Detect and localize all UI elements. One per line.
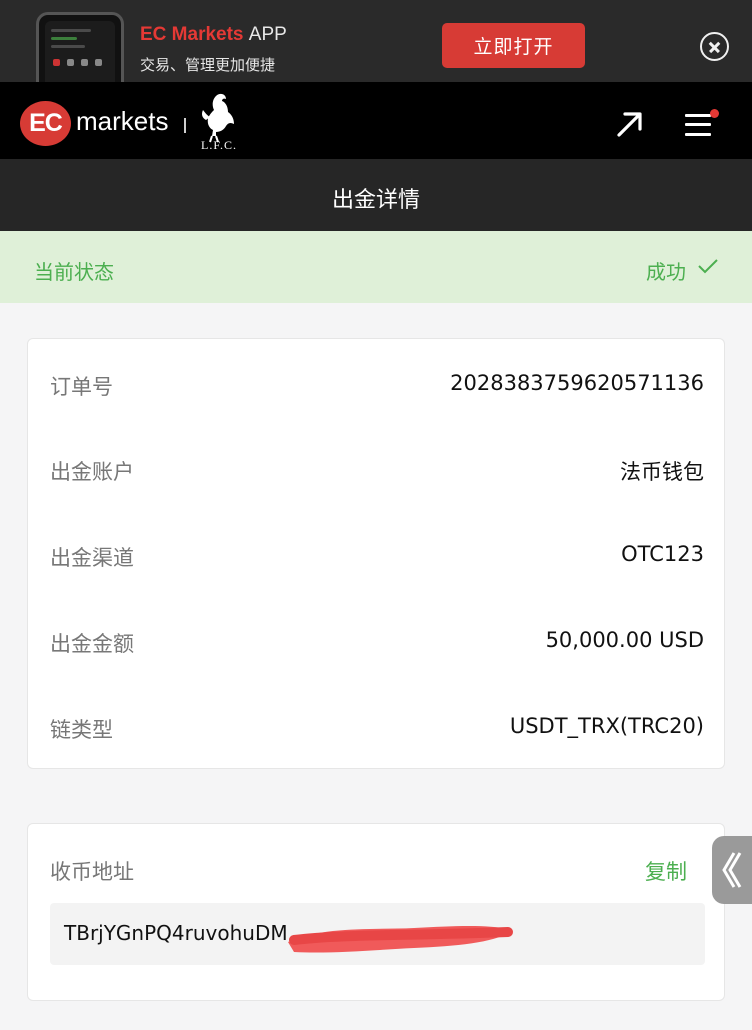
side-collapse-tab[interactable]	[712, 836, 752, 904]
status-label: 当前状态	[34, 260, 114, 284]
banner-brand-suffix: APP	[248, 24, 287, 45]
chain-type-value: USDT_TRX(TRC20)	[509, 714, 704, 738]
order-number-label: 订单号	[50, 375, 113, 399]
redaction-mark	[288, 926, 513, 953]
receive-address-label: 收币地址	[50, 860, 134, 884]
check-icon	[698, 259, 718, 274]
withdraw-amount-label: 出金金额	[50, 632, 134, 656]
banner-tagline: 交易、管理更加便捷	[140, 56, 276, 74]
withdraw-amount-value: 50,000.00 USD	[545, 628, 704, 652]
receive-address-value: TBrjYGnPQ4ruvohuDM	[64, 921, 288, 945]
logo-text[interactable]: markets	[76, 106, 168, 137]
withdraw-account-value: 法币钱包	[620, 460, 704, 484]
logo-mark[interactable]: EC	[20, 101, 71, 146]
withdraw-account-label: 出金账户	[50, 460, 134, 484]
external-arrow-icon[interactable]	[612, 106, 648, 142]
banner-brand: EC Markets APP	[140, 24, 287, 46]
chain-type-label: 链类型	[50, 718, 113, 742]
withdraw-channel-value: OTC123	[621, 542, 704, 566]
open-app-button[interactable]: 立即打开	[442, 23, 585, 68]
withdraw-channel-label: 出金渠道	[50, 546, 134, 570]
logo-divider	[184, 118, 186, 133]
copy-address-button[interactable]: 复制	[645, 856, 687, 886]
status-value: 成功	[646, 260, 686, 284]
banner-brand-name: EC Markets	[140, 24, 244, 45]
order-number-value: 2028383759620571136	[450, 371, 704, 395]
app-phone-image	[36, 12, 124, 82]
partner-text: L.F.C.	[201, 138, 238, 152]
chevron-left-icon	[722, 852, 742, 888]
close-banner-icon[interactable]	[700, 32, 729, 61]
notification-dot	[710, 109, 719, 118]
page-title: 出金详情	[331, 188, 420, 213]
menu-icon[interactable]	[682, 108, 722, 142]
